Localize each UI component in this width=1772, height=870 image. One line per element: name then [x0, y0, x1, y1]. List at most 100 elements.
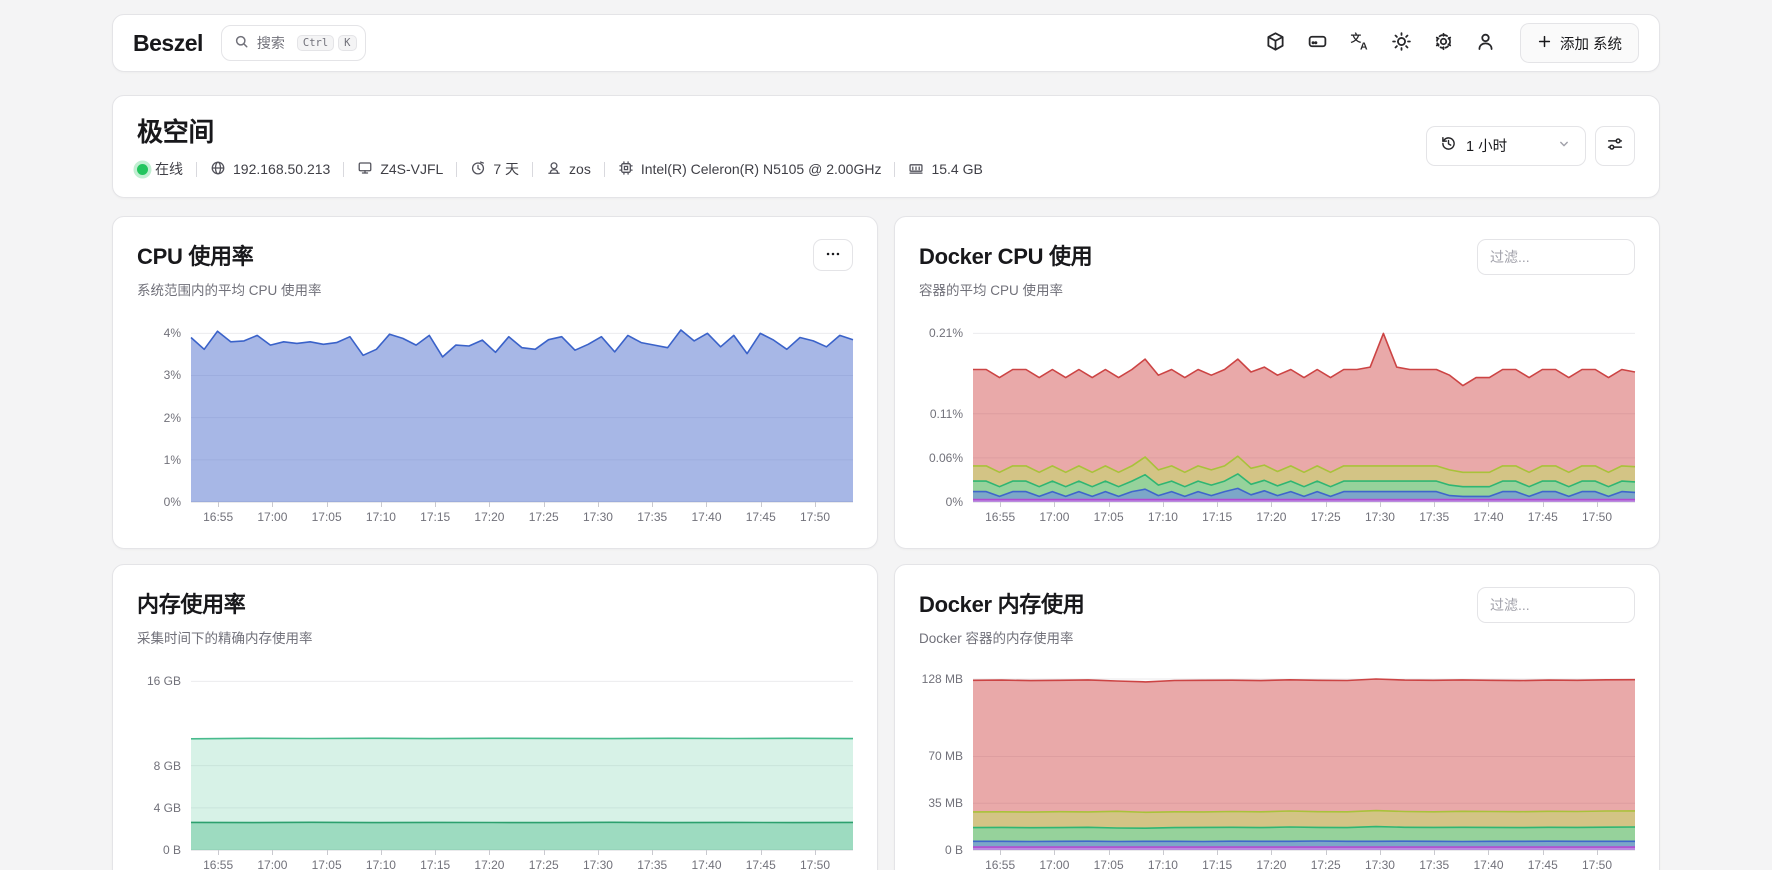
x-axis-label: 17:30 — [1365, 510, 1395, 524]
x-axis-label: 17:20 — [474, 510, 504, 524]
x-axis-label: 16:55 — [203, 510, 233, 524]
x-axis-tick — [489, 502, 490, 507]
add-system-label: 添加 系统 — [1560, 33, 1622, 54]
search-placeholder: 搜索 — [257, 33, 285, 53]
x-axis-tick — [1434, 850, 1435, 855]
x-axis-label: 17:45 — [1528, 510, 1558, 524]
chevron-down-icon — [1556, 136, 1572, 156]
x-axis-tick — [761, 502, 762, 507]
os-icon — [546, 160, 562, 179]
x-axis-label: 17:40 — [1473, 510, 1503, 524]
docker-memory-chart: 128 MB70 MB35 MB0 B 16:5517:0017:0517:10… — [919, 675, 1635, 870]
x-axis-tick — [1163, 850, 1164, 855]
y-axis-label: 35 MB — [928, 796, 963, 810]
svg-text:A: A — [1360, 40, 1368, 52]
x-axis-tick — [1000, 502, 1001, 507]
x-axis-label: 17:10 — [1148, 858, 1178, 870]
x-axis-label: 17:35 — [1419, 858, 1449, 870]
x-axis-label: 17:40 — [691, 510, 721, 524]
y-axis-label: 128 MB — [922, 672, 963, 686]
x-axis-tick — [435, 502, 436, 507]
x-axis-label: 17:50 — [1582, 858, 1612, 870]
y-axis: 0.21%0.11%0.06%0% — [919, 327, 973, 502]
chart-options-button[interactable] — [1595, 126, 1635, 166]
x-axis-tick — [1543, 850, 1544, 855]
sliders-icon — [1606, 135, 1624, 156]
y-axis-label: 4% — [164, 326, 181, 340]
settings-button[interactable] — [1426, 25, 1462, 61]
plus-icon — [1537, 34, 1552, 53]
server-icon — [1307, 31, 1328, 55]
x-axis-tick — [381, 502, 382, 507]
x-axis-tick — [1488, 850, 1489, 855]
time-range-select[interactable]: 1 小时 — [1426, 126, 1586, 166]
x-axis-tick — [272, 850, 273, 855]
systems-button[interactable] — [1300, 25, 1336, 61]
x-axis-tick — [815, 502, 816, 507]
x-axis-tick — [1271, 502, 1272, 507]
y-axis-label: 16 GB — [147, 674, 181, 688]
ellipsis-icon — [824, 245, 842, 266]
x-axis-tick — [1054, 850, 1055, 855]
x-axis-label: 17:30 — [583, 510, 613, 524]
x-axis-label: 17:10 — [366, 858, 396, 870]
x-axis-tick — [544, 502, 545, 507]
globe-icon — [210, 160, 226, 179]
user-button[interactable] — [1468, 25, 1504, 61]
x-axis-label: 17:15 — [420, 510, 450, 524]
x-axis-tick — [327, 850, 328, 855]
x-axis-label: 17:00 — [257, 510, 287, 524]
x-axis-tick — [1434, 502, 1435, 507]
header-controls: 1 小时 — [1426, 126, 1635, 166]
x-axis-label: 17:25 — [529, 510, 559, 524]
cpu-more-options-button[interactable] — [813, 239, 853, 271]
add-system-button[interactable]: 添加 系统 — [1520, 23, 1639, 63]
x-axis-label: 17:00 — [1039, 858, 1069, 870]
x-axis-tick — [815, 850, 816, 855]
x-axis-label: 17:15 — [1202, 858, 1232, 870]
x-axis-tick — [1326, 502, 1327, 507]
x-axis-tick — [218, 502, 219, 507]
system-ip: 192.168.50.213 — [197, 160, 343, 179]
x-axis-label: 17:10 — [366, 510, 396, 524]
x-axis-label: 17:20 — [1256, 510, 1286, 524]
x-axis-tick — [1217, 850, 1218, 855]
y-axis: 128 MB70 MB35 MB0 B — [919, 675, 973, 850]
system-memory: 15.4 GB — [895, 160, 995, 179]
docker-cpu-filter-input[interactable] — [1477, 239, 1635, 275]
y-axis-label: 70 MB — [928, 749, 963, 763]
x-axis-label: 16:55 — [203, 858, 233, 870]
kbd-ctrl: Ctrl — [297, 35, 334, 52]
language-button[interactable]: 文A — [1342, 25, 1378, 61]
y-axis-label: 2% — [164, 411, 181, 425]
y-axis-label: 8 GB — [154, 759, 181, 773]
x-axis-tick — [381, 850, 382, 855]
x-axis-label: 17:05 — [312, 510, 342, 524]
x-axis-label: 17:30 — [1365, 858, 1395, 870]
x-axis-label: 17:25 — [529, 858, 559, 870]
y-axis-label: 0.11% — [930, 407, 963, 421]
card-memory-usage: 内存使用率 采集时间下的精确内存使用率 16 GB8 GB4 GB0 B 16:… — [112, 564, 878, 870]
system-hostname: Z4S-VJFL — [344, 160, 456, 179]
containers-button[interactable] — [1258, 25, 1294, 61]
x-axis-tick — [218, 850, 219, 855]
top-navbar: Beszel 搜索 Ctrl K — [112, 14, 1660, 72]
search-input[interactable]: 搜索 Ctrl K — [221, 25, 366, 61]
x-axis-label: 17:20 — [474, 858, 504, 870]
system-uptime: 7 天 — [457, 159, 532, 179]
theme-button[interactable] — [1384, 25, 1420, 61]
theme-sun-icon — [1391, 31, 1412, 55]
docker-memory-filter-input[interactable] — [1477, 587, 1635, 623]
x-axis-label: 17:50 — [1582, 510, 1612, 524]
x-axis-label: 17:20 — [1256, 858, 1286, 870]
memory-stick-icon — [908, 160, 924, 179]
status-label: 在线 — [155, 159, 183, 179]
x-axis: 16:5517:0017:0517:1017:1517:2017:2517:30… — [973, 850, 1635, 870]
x-axis-tick — [652, 502, 653, 507]
x-axis-tick — [1217, 502, 1218, 507]
x-axis-label: 17:35 — [1419, 510, 1449, 524]
y-axis-label: 0% — [946, 495, 963, 509]
chart-canvas — [191, 675, 853, 850]
y-axis-label: 0 B — [163, 843, 181, 857]
x-axis: 16:5517:0017:0517:1017:1517:2017:2517:30… — [191, 850, 853, 870]
